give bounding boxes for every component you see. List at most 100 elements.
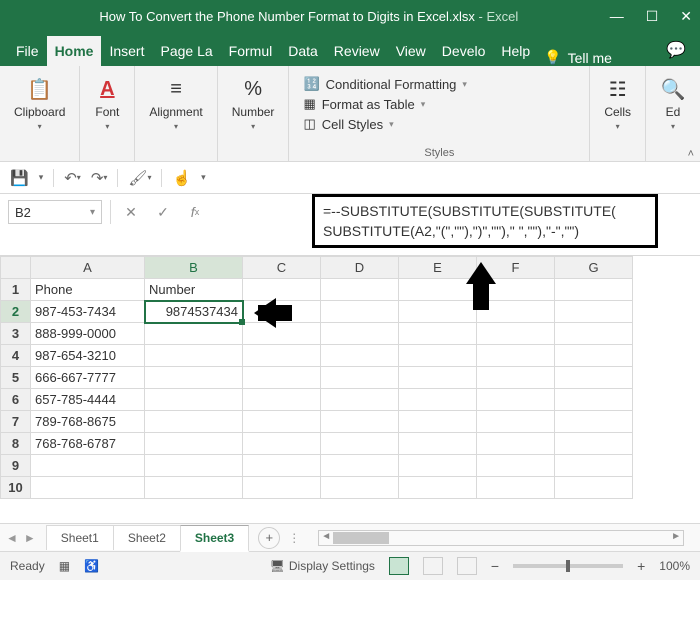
row-header[interactable]: 9: [1, 455, 31, 477]
touch-mode-button[interactable]: ☝: [172, 169, 191, 187]
cell[interactable]: Number: [145, 279, 243, 301]
cell[interactable]: [145, 411, 243, 433]
zoom-out-button[interactable]: −: [491, 558, 499, 574]
cell[interactable]: [321, 279, 399, 301]
cell-styles-button[interactable]: ◫ Cell Styles ▾: [303, 116, 575, 132]
tab-developer[interactable]: Develo: [434, 36, 494, 66]
row-header[interactable]: 8: [1, 433, 31, 455]
tab-view[interactable]: View: [388, 36, 434, 66]
tab-home[interactable]: Home: [47, 36, 102, 66]
alignment-button[interactable]: ≡ Alignment ▾: [141, 72, 210, 135]
cell[interactable]: [243, 367, 321, 389]
cell[interactable]: [243, 345, 321, 367]
cell[interactable]: [555, 455, 633, 477]
formula-input[interactable]: =--SUBSTITUTE(SUBSTITUTE(SUBSTITUTE( SUB…: [312, 194, 658, 248]
cell[interactable]: [555, 433, 633, 455]
cell[interactable]: [399, 279, 477, 301]
cell[interactable]: 987-654-3210: [31, 345, 145, 367]
view-page-break-button[interactable]: [457, 557, 477, 575]
view-normal-button[interactable]: [389, 557, 409, 575]
cell[interactable]: 987-453-7434: [31, 301, 145, 323]
cell[interactable]: [477, 323, 555, 345]
cell[interactable]: [321, 389, 399, 411]
cell[interactable]: [477, 389, 555, 411]
qat-dropdown[interactable]: ▾: [39, 172, 44, 183]
cell[interactable]: [145, 455, 243, 477]
cell[interactable]: [399, 477, 477, 499]
tell-me[interactable]: 💡 Tell me: [544, 49, 612, 66]
cell[interactable]: 657-785-4444: [31, 389, 145, 411]
cell[interactable]: [555, 279, 633, 301]
cell[interactable]: [477, 455, 555, 477]
cell[interactable]: Phone: [31, 279, 145, 301]
cell[interactable]: [145, 367, 243, 389]
cell[interactable]: [555, 345, 633, 367]
cell[interactable]: [555, 301, 633, 323]
row-header[interactable]: 3: [1, 323, 31, 345]
sheet-tab-1[interactable]: Sheet1: [46, 525, 114, 550]
tab-help[interactable]: Help: [493, 36, 538, 66]
horizontal-scrollbar[interactable]: [318, 530, 684, 546]
cells-table[interactable]: A B C D E F G 1 Phone Number 2 987-453-7…: [0, 256, 633, 499]
col-header-G[interactable]: G: [555, 257, 633, 279]
fx-button[interactable]: fx: [183, 200, 207, 224]
font-button[interactable]: A Font ▾: [86, 72, 128, 135]
cell[interactable]: [477, 411, 555, 433]
minimize-button[interactable]: —: [610, 8, 624, 25]
zoom-slider[interactable]: [513, 564, 623, 568]
col-header-B[interactable]: B: [145, 257, 243, 279]
cell[interactable]: [399, 411, 477, 433]
clipboard-button[interactable]: 📋 Clipboard ▾: [6, 72, 73, 135]
cell[interactable]: [555, 411, 633, 433]
col-header-A[interactable]: A: [31, 257, 145, 279]
zoom-level[interactable]: 100%: [659, 559, 690, 573]
cell[interactable]: [243, 411, 321, 433]
cell[interactable]: [399, 389, 477, 411]
cell[interactable]: [145, 433, 243, 455]
comments-button[interactable]: 💬: [666, 40, 686, 66]
row-header[interactable]: 4: [1, 345, 31, 367]
save-button[interactable]: 💾: [10, 169, 29, 187]
tab-insert[interactable]: Insert: [101, 36, 152, 66]
accessibility-icon[interactable]: ♿: [84, 559, 99, 573]
tab-formulas[interactable]: Formul: [221, 36, 281, 66]
cell[interactable]: [555, 389, 633, 411]
cell[interactable]: [399, 433, 477, 455]
editing-button[interactable]: 🔍 Ed ▾: [652, 72, 694, 135]
cell[interactable]: [399, 367, 477, 389]
cell[interactable]: [555, 367, 633, 389]
cell[interactable]: [321, 411, 399, 433]
select-all-corner[interactable]: [1, 257, 31, 279]
cell[interactable]: [399, 301, 477, 323]
row-header[interactable]: 1: [1, 279, 31, 301]
maximize-button[interactable]: ☐: [646, 8, 659, 25]
cancel-formula-button[interactable]: ✕: [119, 200, 143, 224]
conditional-formatting-button[interactable]: 🔢 Conditional Formatting ▾: [303, 76, 575, 92]
cell-active[interactable]: 9874537434: [145, 301, 243, 323]
cell[interactable]: [145, 389, 243, 411]
undo-button[interactable]: ↶▾: [64, 169, 81, 187]
cell[interactable]: [321, 367, 399, 389]
cell[interactable]: [321, 433, 399, 455]
add-sheet-button[interactable]: +: [258, 527, 280, 549]
cells-button[interactable]: ☷ Cells ▾: [596, 72, 639, 135]
tab-review[interactable]: Review: [326, 36, 388, 66]
cell[interactable]: [477, 433, 555, 455]
sheet-tab-3[interactable]: Sheet3: [180, 525, 249, 552]
cell[interactable]: [243, 477, 321, 499]
accept-formula-button[interactable]: ✓: [151, 200, 175, 224]
cell[interactable]: [145, 323, 243, 345]
row-header[interactable]: 7: [1, 411, 31, 433]
col-header-D[interactable]: D: [321, 257, 399, 279]
cell[interactable]: [399, 345, 477, 367]
row-header[interactable]: 2: [1, 301, 31, 323]
cell[interactable]: 789-768-8675: [31, 411, 145, 433]
cell[interactable]: [145, 477, 243, 499]
display-settings-button[interactable]: 🖥 Display Settings: [270, 559, 375, 573]
cell[interactable]: 768-768-6787: [31, 433, 145, 455]
cell[interactable]: [243, 455, 321, 477]
sheet-tab-2[interactable]: Sheet2: [113, 525, 181, 550]
cell[interactable]: [555, 477, 633, 499]
cell[interactable]: [321, 301, 399, 323]
cell[interactable]: [399, 323, 477, 345]
